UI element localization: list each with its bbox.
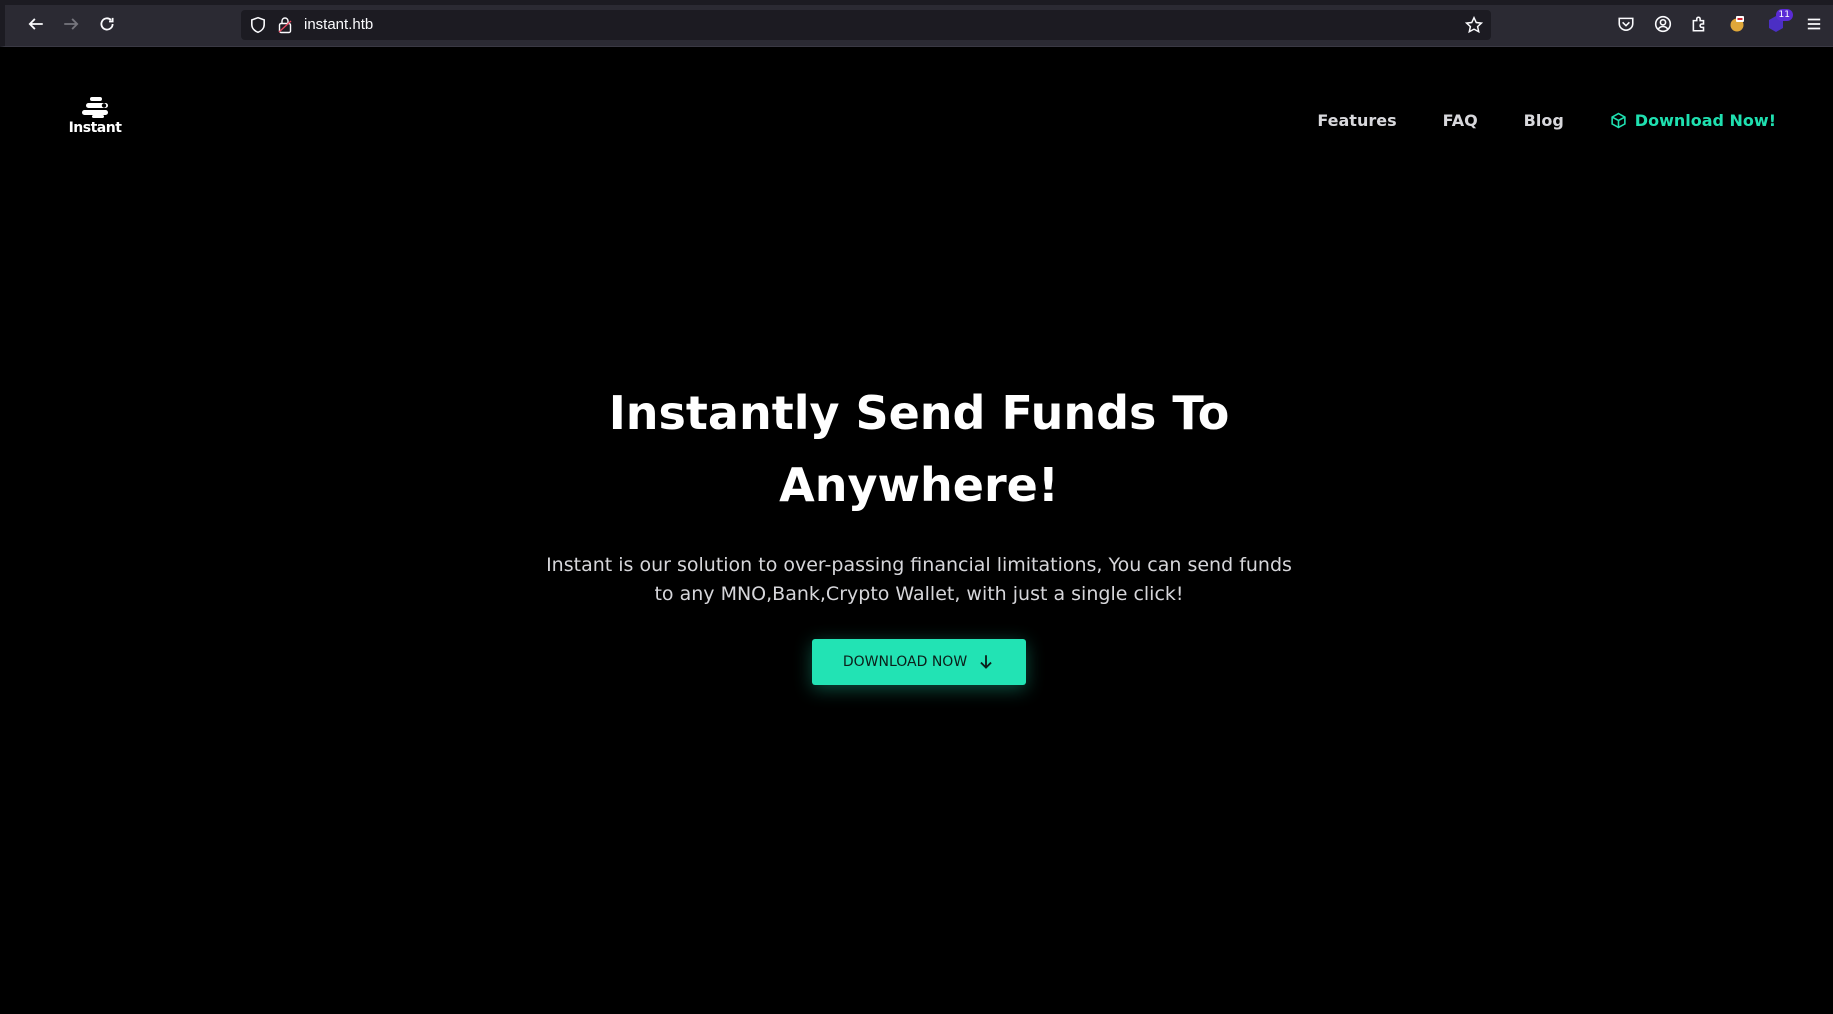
main-nav: Features FAQ Blog Download Now! xyxy=(1317,111,1776,130)
menu-icon[interactable] xyxy=(1803,13,1825,35)
hero-title: Instantly Send Funds To Anywhere! xyxy=(608,386,1230,512)
back-icon[interactable] xyxy=(24,12,48,36)
download-button-label: DOWNLOAD NOW xyxy=(842,654,968,670)
extensions-icon[interactable] xyxy=(1688,13,1710,35)
site-logo[interactable]: Instant xyxy=(67,95,123,141)
arrow-down-icon xyxy=(980,655,992,669)
tab-strip xyxy=(5,0,1833,5)
nav-features[interactable]: Features xyxy=(1317,111,1396,130)
box-icon xyxy=(1611,112,1626,129)
logo-icon xyxy=(82,97,108,118)
extension-icon[interactable] xyxy=(1726,13,1748,35)
pocket-icon[interactable] xyxy=(1615,13,1637,35)
nav-faq[interactable]: FAQ xyxy=(1443,111,1478,130)
hero-description: Instant is our solution to over-passing … xyxy=(546,554,1292,605)
extension-badge: 11 xyxy=(1775,9,1793,21)
nav-download-label: Download Now! xyxy=(1634,111,1776,130)
shield-icon[interactable] xyxy=(249,16,267,34)
url-text[interactable]: instant.htb xyxy=(304,16,373,33)
page-content: Instant Features FAQ Blog Download Now! … xyxy=(5,47,1833,1014)
nav-download-now[interactable]: Download Now! xyxy=(1610,111,1776,130)
browser-toolbar: instant.htb 11 xyxy=(0,0,1833,47)
download-now-button[interactable]: DOWNLOAD NOW xyxy=(812,639,1026,685)
hero-section: Instantly Send Funds To Anywhere! Instan… xyxy=(5,377,1833,685)
forward-icon[interactable] xyxy=(59,12,83,36)
nav-blog[interactable]: Blog xyxy=(1524,111,1564,130)
account-icon[interactable] xyxy=(1652,13,1674,35)
extension-icon[interactable]: 11 xyxy=(1765,9,1793,35)
lock-icon[interactable] xyxy=(277,16,293,34)
reload-icon[interactable] xyxy=(95,12,119,36)
url-bar[interactable]: instant.htb xyxy=(241,10,1491,40)
logo-text: Instant xyxy=(68,120,122,136)
star-icon[interactable] xyxy=(1465,16,1483,34)
